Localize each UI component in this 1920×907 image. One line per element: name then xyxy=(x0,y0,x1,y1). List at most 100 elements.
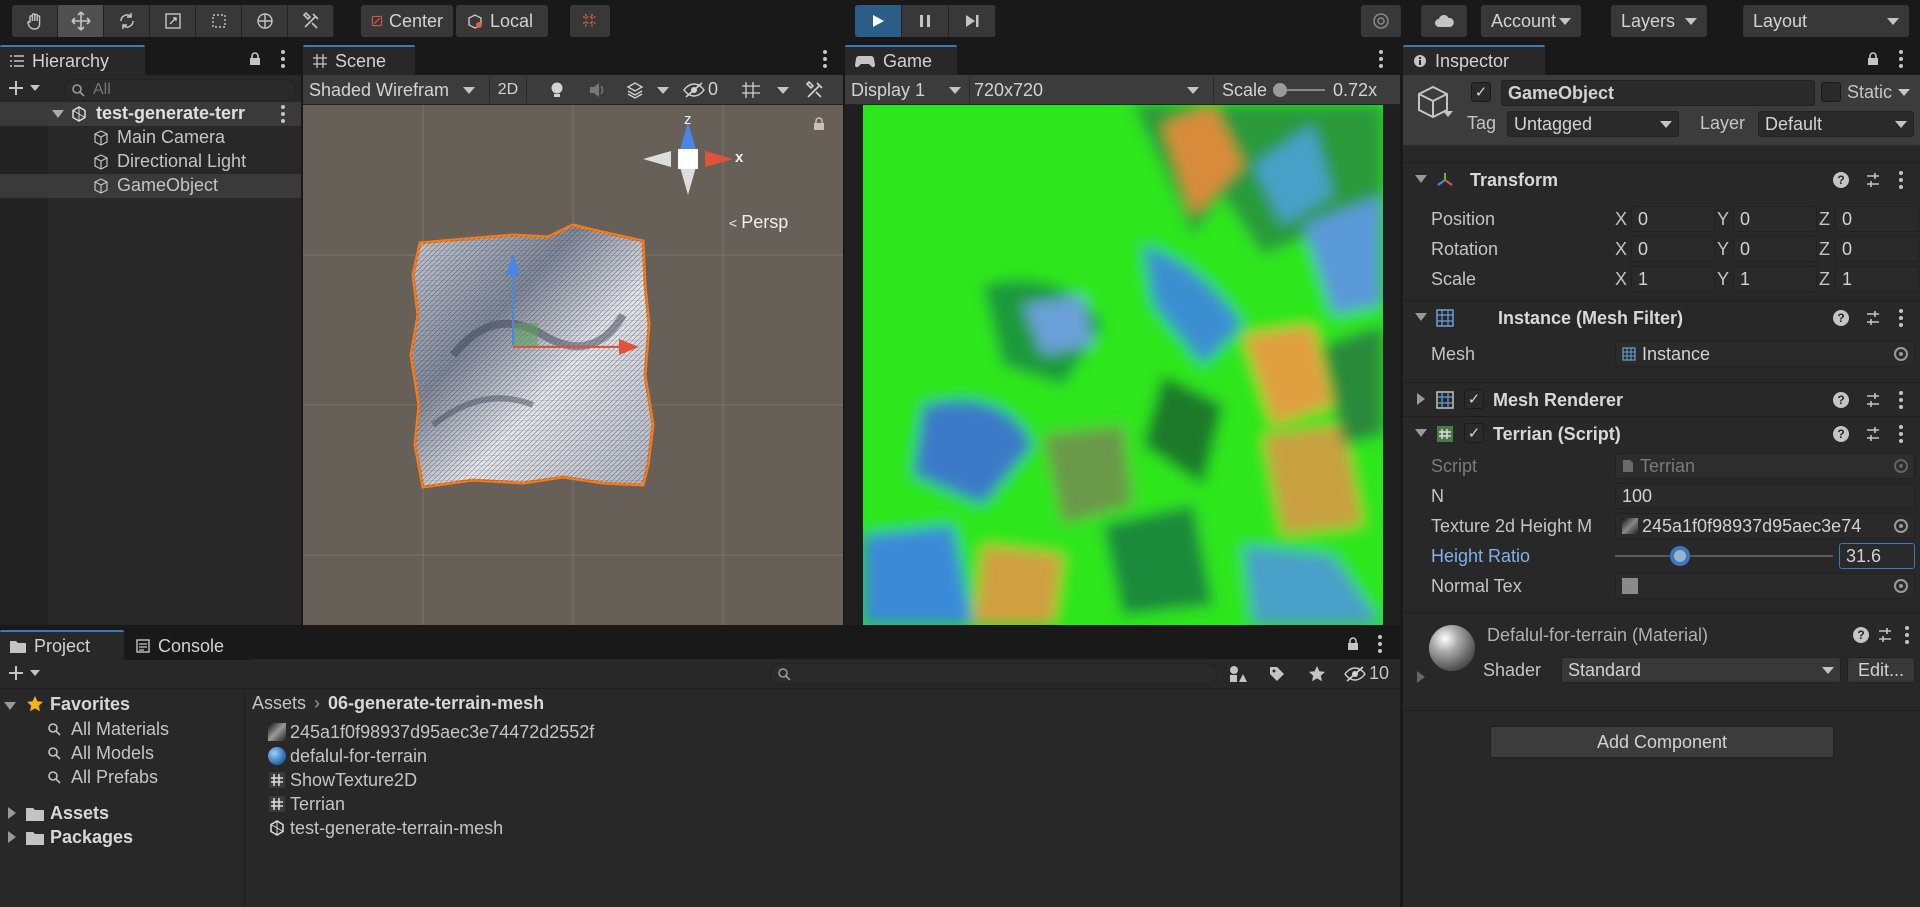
cloud-button[interactable] xyxy=(1421,5,1467,37)
tab-project[interactable]: Project xyxy=(0,630,124,660)
tab-game[interactable]: Game xyxy=(845,45,957,75)
folder-root-item[interactable]: Packages xyxy=(0,825,245,849)
file-item[interactable]: ShowTexture2D xyxy=(268,769,417,791)
filter-by-type-icon[interactable] xyxy=(1228,665,1248,683)
chevron-down-icon[interactable] xyxy=(1443,111,1453,117)
foldout-arrow-icon[interactable] xyxy=(8,807,16,819)
step-button[interactable] xyxy=(949,5,996,37)
lock-icon[interactable] xyxy=(813,117,825,131)
mesh-filter-header[interactable]: Instance (Mesh Filter) ? xyxy=(1403,300,1920,334)
position-y-field[interactable]: 0 xyxy=(1733,206,1817,232)
foldout-arrow-icon[interactable] xyxy=(1417,393,1425,405)
custom-tools-button[interactable] xyxy=(288,5,334,37)
inspector-menu-button[interactable] xyxy=(1899,50,1903,68)
resolution-dropdown[interactable]: 720x720 xyxy=(969,77,1205,103)
terrain-script-header[interactable]: ✓ Terrian (Script) ? xyxy=(1403,416,1920,450)
foldout-arrow-icon[interactable] xyxy=(1415,429,1427,437)
component-menu-button[interactable] xyxy=(1899,171,1903,189)
hierarchy-item[interactable]: Directional Light xyxy=(0,150,301,174)
preset-icon[interactable] xyxy=(1877,627,1893,643)
filter-by-label-icon[interactable] xyxy=(1268,665,1286,683)
rotation-axis-label[interactable]: X xyxy=(1615,239,1627,260)
help-icon[interactable]: ? xyxy=(1833,392,1849,408)
file-item[interactable]: 245a1f0f98937d95aec3e74472d2552f xyxy=(268,721,594,743)
hierarchy-menu-button[interactable] xyxy=(281,50,285,68)
shading-mode-dropdown[interactable]: Shaded Wirefram xyxy=(303,77,481,103)
tag-dropdown[interactable]: Untagged xyxy=(1507,111,1679,137)
rotation-axis-label[interactable]: Z xyxy=(1819,239,1830,260)
n-field[interactable]: 100 xyxy=(1615,483,1915,509)
space-toggle[interactable]: Local xyxy=(456,5,548,37)
pause-button[interactable] xyxy=(902,5,949,37)
foldout-arrow-icon[interactable] xyxy=(1415,175,1427,183)
position-axis-label[interactable]: X xyxy=(1615,209,1627,230)
audio-icon[interactable] xyxy=(588,82,606,98)
component-menu-button[interactable] xyxy=(1899,309,1903,327)
height-ratio-input[interactable]: 31.6 xyxy=(1839,543,1915,569)
rotation-x-field[interactable]: 0 xyxy=(1631,236,1715,262)
help-icon[interactable]: ? xyxy=(1833,310,1849,326)
scene-viewport[interactable]: z x < Persp xyxy=(303,105,843,625)
favorite-item[interactable]: All Models xyxy=(0,741,245,765)
mesh-object-field[interactable]: Instance xyxy=(1615,341,1915,367)
scale-thumb[interactable] xyxy=(1273,83,1288,97)
object-picker-icon[interactable] xyxy=(1894,579,1908,593)
favorite-item[interactable]: All Prefabs xyxy=(0,765,245,789)
file-item[interactable]: Terrian xyxy=(268,793,345,815)
position-z-field[interactable]: 0 xyxy=(1835,206,1919,232)
scale-slider[interactable]: Scale 0.72x xyxy=(1213,77,1400,103)
static-checkbox[interactable] xyxy=(1821,82,1841,102)
lock-icon[interactable] xyxy=(248,52,262,66)
hidden-packages-toggle[interactable]: 10 xyxy=(1344,663,1389,684)
height-ratio-slider[interactable] xyxy=(1615,546,1833,566)
foldout-arrow-icon[interactable] xyxy=(4,702,16,710)
favorite-star-icon[interactable] xyxy=(1308,665,1326,683)
scale-x-field[interactable]: 1 xyxy=(1631,266,1715,292)
scale-axis-label[interactable]: Y xyxy=(1717,269,1729,290)
projection-toggle[interactable]: < Persp xyxy=(729,212,788,233)
file-item[interactable]: test-generate-terrain-mesh xyxy=(268,817,503,839)
position-axis-label[interactable]: Y xyxy=(1717,209,1729,230)
scene-menu-button[interactable] xyxy=(281,105,285,123)
grid-snap-button[interactable] xyxy=(570,5,610,37)
tools-icon[interactable] xyxy=(805,81,825,99)
shader-dropdown[interactable]: Standard xyxy=(1561,657,1841,683)
pivot-toggle[interactable]: Center xyxy=(361,5,453,37)
lock-icon[interactable] xyxy=(1346,637,1360,651)
gameobject-cube-icon[interactable] xyxy=(1413,83,1453,123)
rotation-y-field[interactable]: 0 xyxy=(1733,236,1817,262)
layers-dropdown[interactable]: Layers xyxy=(1611,5,1707,37)
folder-root-item[interactable]: Assets xyxy=(0,801,245,825)
project-menu-button[interactable] xyxy=(1378,635,1382,653)
rotation-z-field[interactable]: 0 xyxy=(1835,236,1919,262)
position-axis-label[interactable]: Z xyxy=(1819,209,1830,230)
grid-toggle-icon[interactable] xyxy=(741,81,761,99)
lock-icon[interactable] xyxy=(1866,52,1880,66)
rotation-axis-label[interactable]: Y xyxy=(1717,239,1729,260)
play-button[interactable] xyxy=(855,5,902,37)
static-dropdown[interactable]: Static xyxy=(1847,82,1911,103)
tab-console[interactable]: Console xyxy=(126,630,250,660)
collab-button[interactable] xyxy=(1361,5,1401,37)
layout-dropdown[interactable]: Layout xyxy=(1743,5,1909,37)
component-menu-button[interactable] xyxy=(1899,391,1903,409)
scale-y-field[interactable]: 1 xyxy=(1733,266,1817,292)
rect-tool-button[interactable] xyxy=(196,5,242,37)
tab-scene[interactable]: Scene xyxy=(303,45,415,75)
object-picker-icon[interactable] xyxy=(1894,519,1908,533)
display-dropdown[interactable]: Display 1 xyxy=(851,77,961,103)
transform-header[interactable]: Transform ? xyxy=(1403,162,1920,196)
tab-hierarchy[interactable]: Hierarchy xyxy=(0,45,145,75)
active-checkbox[interactable]: ✓ xyxy=(1471,82,1491,102)
normal-tex-field[interactable] xyxy=(1615,573,1915,599)
component-menu-button[interactable] xyxy=(1899,425,1903,443)
game-view[interactable] xyxy=(863,105,1383,625)
file-item[interactable]: defalul-for-terrain xyxy=(268,745,427,767)
terrain-script-enabled-checkbox[interactable]: ✓ xyxy=(1464,423,1484,443)
terrain-mesh[interactable] xyxy=(409,223,655,489)
position-x-field[interactable]: 0 xyxy=(1631,206,1715,232)
scene-root-row[interactable]: test-generate-terr xyxy=(0,102,301,126)
help-icon[interactable]: ? xyxy=(1833,172,1849,188)
scale-axis-label[interactable]: Z xyxy=(1819,269,1830,290)
effects-icon[interactable] xyxy=(626,81,644,99)
